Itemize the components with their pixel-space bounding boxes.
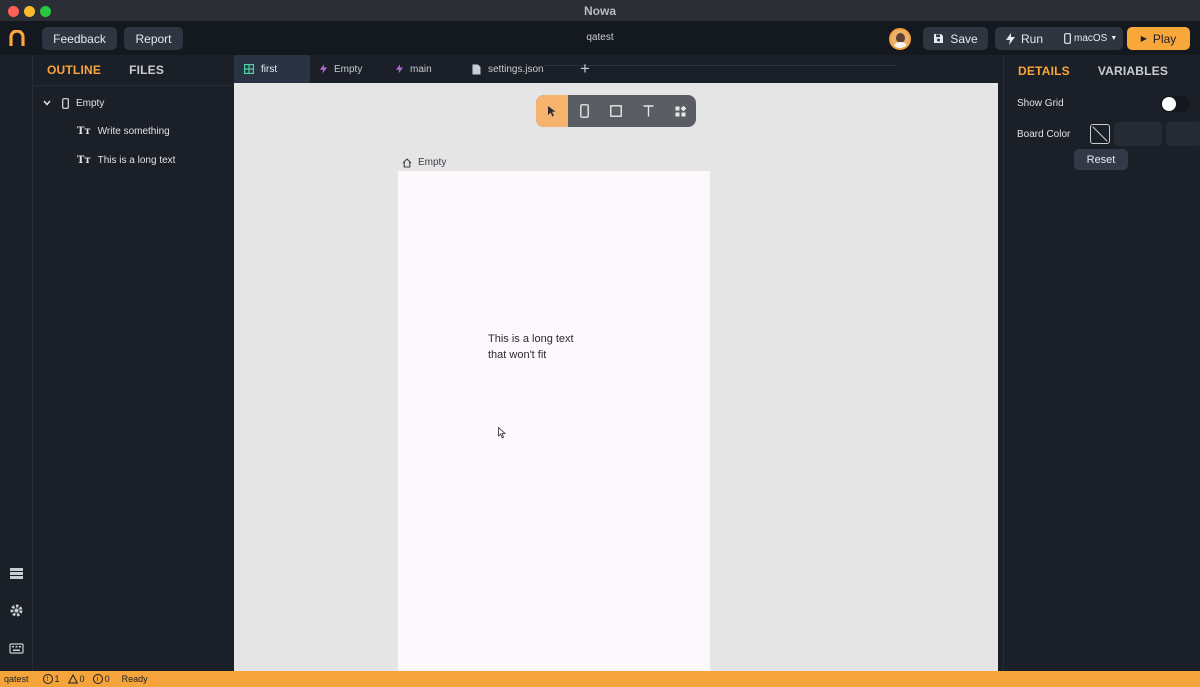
tab-divider	[544, 65, 896, 66]
app-header: Feedback Report qatest Save Run macOS ▼ …	[0, 22, 1200, 55]
phone-icon	[1064, 33, 1071, 44]
details-panel-tabs: DETAILS VARIABLES	[1004, 55, 1200, 86]
status-text: Ready	[121, 674, 148, 684]
text-icon	[643, 105, 653, 117]
save-button[interactable]: Save	[923, 27, 988, 50]
rectangle-tool[interactable]	[600, 95, 632, 127]
editor-tab-bar: first Empty main settings.json +	[234, 55, 998, 83]
user-avatar[interactable]	[889, 28, 911, 50]
tab-outline[interactable]: OUTLINE	[33, 63, 115, 77]
play-button[interactable]: ▶ Play	[1127, 27, 1190, 50]
run-label: Run	[1021, 31, 1044, 46]
tree-item-long-text[interactable]: Tт This is a long text	[77, 150, 175, 170]
tab-variables[interactable]: VARIABLES	[1084, 64, 1182, 78]
platform-dropdown[interactable]: macOS ▼	[1064, 33, 1117, 44]
chevron-down-icon: ▼	[1110, 35, 1118, 42]
save-label: Save	[950, 31, 978, 46]
play-label: Play	[1152, 31, 1177, 46]
errors-count[interactable]: ! 1	[42, 674, 60, 684]
tree-item-label: This is a long text	[97, 154, 176, 166]
pointer-tool[interactable]	[536, 95, 568, 127]
canvas-toolbar	[536, 95, 696, 127]
phone-tool[interactable]	[568, 95, 600, 127]
phone-icon	[62, 97, 69, 109]
layers-icon[interactable]	[9, 566, 24, 581]
keyboard-icon[interactable]	[9, 641, 24, 656]
design-canvas[interactable]: Empty This is a long text that won't fit	[234, 83, 998, 671]
warning-icon	[67, 674, 78, 684]
tab-label: main	[410, 63, 432, 75]
bolt-icon	[320, 64, 327, 74]
tab-main[interactable]: main	[386, 55, 462, 83]
board-label[interactable]: Empty	[402, 157, 446, 168]
tab-empty[interactable]: Empty	[310, 55, 386, 83]
chevron-down-icon[interactable]	[43, 100, 51, 106]
tab-first[interactable]: first	[234, 55, 310, 83]
gear-icon[interactable]	[9, 603, 24, 618]
outline-panel-tabs: OUTLINE FILES	[33, 55, 233, 86]
show-grid-toggle[interactable]	[1160, 96, 1190, 112]
save-icon	[934, 34, 944, 43]
platform-label: macOS	[1074, 33, 1108, 44]
error-icon: !	[42, 674, 53, 684]
tree-item-label: Empty	[76, 97, 105, 109]
show-grid-label: Show Grid	[1017, 98, 1064, 109]
no-color-swatch-icon[interactable]	[1090, 124, 1110, 144]
text-tt-icon: Tт	[77, 125, 91, 137]
bolt-icon	[1006, 32, 1015, 45]
outline-panel: OUTLINE FILES Empty Tт Write something T…	[33, 55, 233, 671]
infos-count[interactable]: i 0	[92, 674, 110, 684]
details-panel: DETAILS VARIABLES Show Grid Board Color …	[1003, 55, 1200, 671]
phone-board[interactable]: This is a long text that won't fit	[398, 171, 710, 671]
window-title: Nowa	[583, 4, 616, 18]
tab-label: settings.json	[488, 63, 544, 75]
tree-item-write-something[interactable]: Tт Write something	[77, 121, 170, 141]
phone-icon	[579, 104, 589, 118]
grid-icon	[244, 64, 254, 74]
widgets-icon	[675, 105, 686, 116]
text-tt-icon: Tт	[77, 154, 91, 166]
tab-settings-json[interactable]: settings.json	[462, 55, 562, 83]
color-swatch[interactable]	[1114, 122, 1162, 146]
tree-item-label: Write something	[97, 125, 170, 137]
text-tool[interactable]	[632, 95, 664, 127]
tab-label: first	[261, 63, 278, 75]
run-group: Run macOS ▼	[995, 27, 1123, 50]
tab-details[interactable]: DETAILS	[1004, 64, 1084, 78]
color-swatch[interactable]	[1166, 122, 1200, 146]
widgets-tool[interactable]	[664, 95, 696, 127]
report-button[interactable]: Report	[124, 27, 183, 50]
play-icon: ▶	[1140, 34, 1147, 43]
window-titlebar: Nowa	[0, 0, 1200, 22]
mouse-cursor-icon	[498, 427, 506, 439]
board-color-label: Board Color	[1017, 129, 1071, 140]
status-bar: qatest ! 1 0 i 0 Ready	[0, 671, 1200, 687]
tree-item-empty[interactable]: Empty	[43, 93, 104, 113]
info-icon: i	[92, 674, 103, 684]
nowa-logo-icon[interactable]	[9, 30, 25, 47]
rectangle-icon	[610, 105, 622, 117]
file-icon	[472, 64, 481, 74]
run-button[interactable]: Run	[1006, 32, 1064, 46]
tab-files[interactable]: FILES	[115, 63, 178, 77]
board-label-text: Empty	[418, 157, 447, 168]
add-tab-icon[interactable]: +	[580, 60, 590, 77]
status-project: qatest	[4, 674, 29, 684]
feedback-button[interactable]: Feedback	[42, 27, 117, 50]
warnings-count[interactable]: 0	[67, 674, 85, 684]
pointer-icon	[548, 106, 556, 117]
home-icon	[402, 157, 412, 168]
bolt-icon	[396, 64, 403, 74]
long-text-widget[interactable]: This is a long text that won't fit	[488, 331, 578, 363]
reset-button[interactable]: Reset	[1074, 149, 1128, 170]
activity-bar	[0, 55, 33, 671]
project-name: qatest	[586, 32, 614, 43]
tab-label: Empty	[334, 63, 363, 75]
